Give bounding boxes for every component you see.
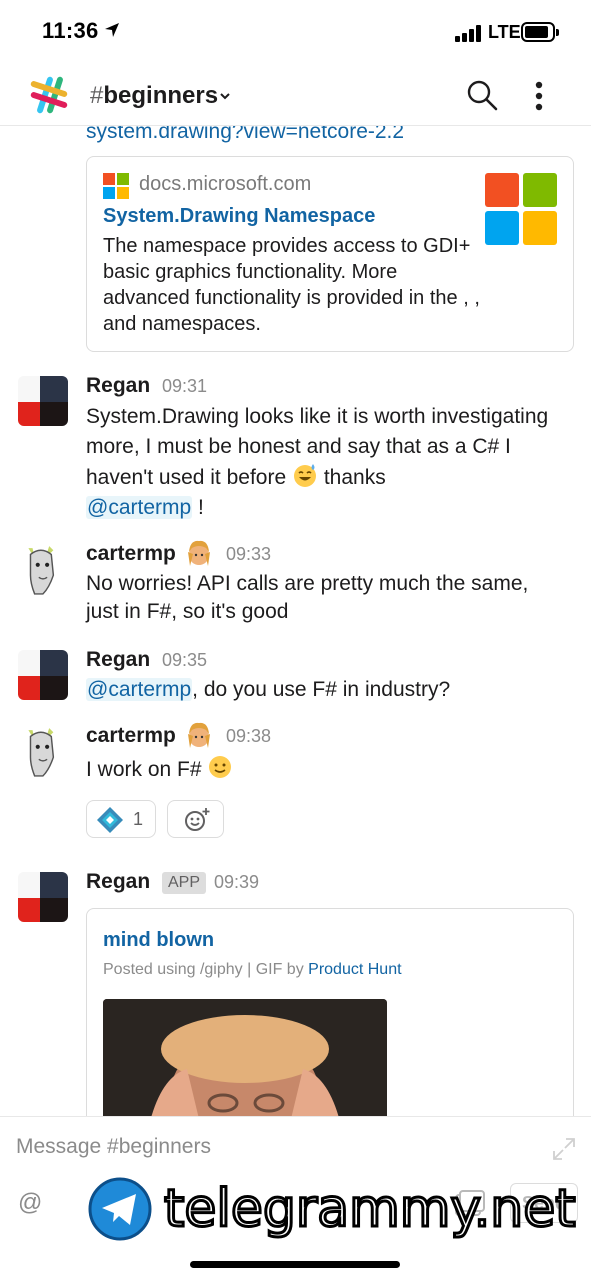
message-composer: Message #beginners @ Send telegrammy.net (0, 1116, 591, 1280)
more-options-icon[interactable] (528, 80, 550, 112)
message-item: cartermp 09:33 No worries! API calls are… (0, 540, 591, 632)
link-unfurl-card[interactable]: docs.microsoft.com System.Drawing Namesp… (86, 156, 574, 352)
unfurl-title[interactable]: System.Drawing Namespace (103, 205, 375, 228)
message-text-part: , do you use F# in industry? (192, 678, 451, 701)
avatar[interactable] (18, 872, 68, 922)
add-reaction-button[interactable] (167, 800, 224, 838)
chevron-down-icon[interactable] (219, 90, 231, 102)
message-input[interactable]: Message #beginners (16, 1135, 211, 1159)
gif-image[interactable] (103, 999, 387, 1116)
message-link[interactable]: system.drawing?view=netcore-2.2 (86, 126, 404, 144)
microsoft-logo-large-icon (485, 173, 557, 245)
avatar[interactable] (18, 544, 70, 596)
channel-header: #beginners (0, 62, 591, 126)
message-text-part: ! (198, 496, 204, 519)
message-item: Regan APP 09:39 (0, 870, 591, 922)
search-icon[interactable] (465, 78, 499, 112)
giphy-title[interactable]: mind blown (103, 929, 214, 952)
signal-icon (455, 24, 485, 42)
unfurl-description: The namespace provides access to GDI+ ba… (103, 235, 480, 335)
battery-icon (521, 22, 559, 42)
message-item: cartermp 09:38 I work on F# 1 (0, 722, 591, 844)
mention-button[interactable]: @ (18, 1189, 46, 1221)
message-item: Regan 09:31 System.Drawing looks like it… (0, 374, 591, 524)
sweat-smile-emoji-icon (294, 464, 316, 487)
home-indicator (190, 1261, 400, 1268)
expand-icon[interactable] (552, 1137, 576, 1161)
user-mention[interactable]: @cartermp (86, 678, 193, 701)
status-bar: 11:36 LTE (0, 0, 591, 62)
channel-title[interactable]: #beginners (90, 82, 218, 110)
message-item: Regan 09:35 @cartermp, do you use F# in … (0, 648, 591, 708)
message-text: No worries! API calls are pretty much th… (86, 572, 529, 623)
slight-smile-emoji-icon (209, 756, 232, 778)
message-text: @cartermp, do you use F# in industry? (86, 676, 566, 704)
message-author[interactable]: Regan (86, 374, 150, 398)
message-text: I work on F# (86, 754, 566, 784)
fsharp-logo-icon (97, 807, 123, 833)
slack-logo-icon[interactable] (28, 74, 70, 116)
avatar[interactable] (18, 650, 68, 700)
message-author[interactable]: Regan (86, 870, 150, 894)
watermark-text: telegrammy.net (163, 1178, 578, 1241)
giphy-author-link[interactable]: Product Hunt (308, 961, 401, 978)
message-author[interactable]: Regan (86, 648, 150, 672)
reaction-fsharp[interactable]: 1 (86, 800, 156, 838)
message-author[interactable]: cartermp (86, 542, 176, 566)
he-man-emoji-icon (188, 722, 210, 748)
channel-hash: # (90, 82, 104, 109)
message-text-part: System.Drawing looks like it is worth in… (86, 405, 549, 489)
reaction-count: 1 (133, 809, 144, 829)
unfurl-site: docs.microsoft.com (139, 173, 312, 195)
message-time: 09:35 (162, 650, 208, 670)
avatar[interactable] (18, 376, 68, 426)
he-man-emoji-icon (188, 540, 210, 566)
channel-name: beginners (103, 82, 219, 109)
message-author[interactable]: cartermp (86, 724, 176, 748)
giphy-attachment[interactable]: mind blown Posted using /giphy | GIF by … (86, 908, 574, 1116)
message-text-part: I work on F# (86, 758, 202, 781)
message-time: 09:39 (214, 872, 260, 892)
giphy-meta-prefix: Posted using /giphy | GIF by (103, 961, 304, 978)
user-mention[interactable]: @cartermp (86, 496, 193, 519)
message-time: 09:31 (162, 376, 208, 396)
message-text-part: thanks (323, 466, 386, 489)
message-text: System.Drawing looks like it is worth in… (86, 402, 566, 523)
location-arrow-icon (105, 23, 119, 37)
status-time: 11:36 (42, 18, 99, 43)
telegram-logo-icon (88, 1177, 152, 1241)
app-badge: APP (162, 872, 207, 894)
message-time: 09:38 (226, 726, 272, 746)
watermark: telegrammy.net (88, 1173, 578, 1245)
message-list[interactable]: system.drawing?view=netcore-2.2 docs.mic… (0, 126, 591, 1116)
network-type: LTE (488, 22, 521, 42)
message-time: 09:33 (226, 544, 272, 564)
avatar[interactable] (18, 726, 70, 778)
add-reaction-icon (185, 808, 210, 831)
giphy-meta: Posted using /giphy | GIF by Product Hun… (103, 961, 402, 979)
microsoft-logo-icon (103, 173, 129, 199)
